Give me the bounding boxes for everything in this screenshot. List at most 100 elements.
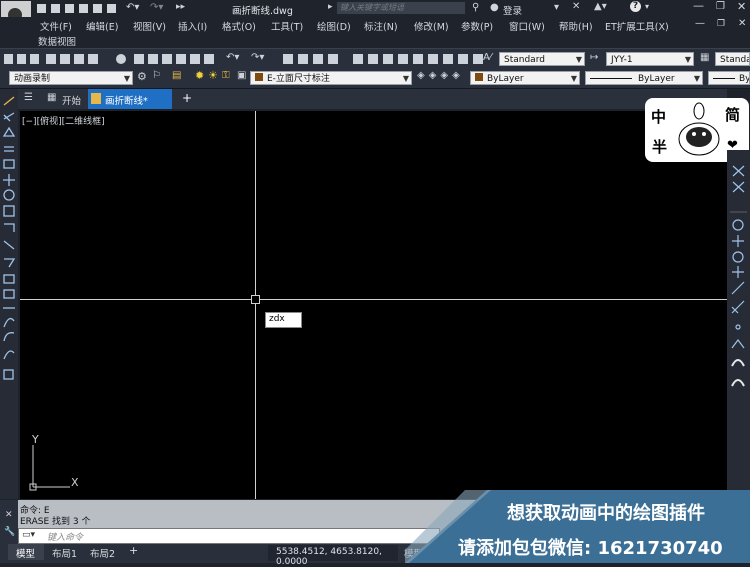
tab-layout2[interactable]: 布局2 [90,546,115,560]
table-style-icon: ▦ [700,52,710,63]
sun-icon[interactable]: ☀ [208,69,218,82]
table-style-select[interactable]: Standa [715,52,750,66]
ucs-axes-icon [29,445,70,491]
wrench-icon[interactable]: 🔧 [4,527,15,537]
redo-tool-icon[interactable]: ↷▾ [251,52,264,63]
layer-manager-icon[interactable]: ▤ [172,70,181,81]
tab-model[interactable]: 模型 [8,544,44,560]
restore-button[interactable]: ❐ [716,1,725,12]
dynamic-input-value: zdx [269,314,285,324]
osnap-tool-icons[interactable] [727,150,750,395]
workspace-select[interactable]: 动画录制 ▼ [9,71,133,85]
doc-restore-button[interactable]: ❐ [717,19,725,29]
tab-drawing[interactable]: 画折断线* [88,89,172,109]
layer-color-swatch [255,73,263,81]
menu-edit[interactable]: 编辑(E) [86,19,118,33]
banner-line-2: 请添加包包微信: 1621730740 [458,538,723,559]
linetype-sample [590,78,632,79]
chevron-down-icon: ▼ [570,74,577,83]
viewport-controls[interactable]: [−][俯视][二维线框] [22,114,105,127]
crosshair-horizontal [20,299,727,300]
color-select[interactable]: ByLayer ▼ [470,71,580,85]
ucs-x-label: X [71,476,79,489]
minimize-button[interactable]: — [693,0,704,12]
document-title: 画折断线.dwg [232,6,293,17]
menu-draw[interactable]: 绘图(D) [317,19,351,33]
table-style-value: Standa [720,55,750,65]
command-input-placeholder: 键入命令 [47,533,84,543]
workspace-value: 动画录制 [14,74,51,84]
standard-toolbar: ↶▾ ↷▾ A⁄ Standard ▼ ↦ JYY-1 ▼ ▦ Standa [0,48,750,69]
grid-icon: ▦ [47,92,57,103]
doc-close-button[interactable]: ✕ [738,18,746,29]
lineweight-sample [713,78,735,79]
new-tab-button[interactable]: + [182,91,192,105]
undo-tool-icon[interactable]: ↶▾ [226,52,239,63]
dynamic-input-box[interactable]: zdx [265,312,302,328]
promo-banner: 想获取动画中的绘图插件 请添加包包微信: 1621730740 [405,490,750,563]
add-layout-button[interactable]: + [129,544,138,557]
dim-style-select[interactable]: JYY-1 ▼ [606,52,694,66]
quick-access-icons[interactable] [37,3,117,14]
layer-plot-icon[interactable]: ▣ [237,70,246,81]
doc-minimize-button[interactable]: — [695,18,705,29]
text-style-select[interactable]: Standard ▼ [499,52,585,66]
menu-dimension[interactable]: 标注(N) [364,19,398,33]
command-input[interactable]: ▭▾ 键入命令 [18,528,440,544]
menu-help[interactable]: 帮助(H) [559,19,593,33]
gear-icon[interactable]: ⚙ [137,70,147,83]
undo-icon[interactable]: ↶▾ [126,2,139,13]
command-history-line-2: ERASE 找到 3 个 [20,517,91,527]
redo-icon[interactable]: ↷▾ [150,2,163,13]
a360-icon[interactable]: ▲▾ [594,1,607,12]
login-link[interactable]: 登录 [503,3,522,17]
crosshair-vertical [255,111,256,499]
draw-tool-icons[interactable] [0,89,18,389]
drawing-canvas[interactable]: [−][俯视][二维线框] zdx Y X [20,111,727,499]
layers-toolbar: 动画录制 ▼ ⚙ ⚐ ▤ ✹ ☀ ⚿ ▣ E-立面尺寸标注 ▼ ◈◈◈◈ ByLay… [0,68,750,89]
standard-tool-icons[interactable] [4,53,289,65]
menu-view[interactable]: 视图(V) [133,19,166,33]
menu-format[interactable]: 格式(O) [222,19,256,33]
dim-style-value: JYY-1 [611,55,633,65]
workspace-extra-icon[interactable]: ⚐ [152,70,161,81]
menu-data-view[interactable]: 数据视图 [38,34,76,48]
draw-toolbar [0,89,18,499]
menu-parametric[interactable]: 参数(P) [461,19,493,33]
menu-insert[interactable]: 插入(I) [178,19,207,33]
chevron-down-icon: ▼ [693,74,700,83]
tab-start[interactable]: 开始 [62,93,81,107]
more-icon[interactable]: ▸▸ [176,2,185,12]
linetype-select[interactable]: ByLayer ▼ [585,71,703,85]
tab-layout1[interactable]: 布局1 [52,546,77,560]
exchange-icon[interactable]: ✕ [572,1,580,12]
lineweight-select[interactable]: By [708,71,750,85]
chevron-down-icon: ▼ [684,55,691,64]
menu-tools[interactable]: 工具(T) [271,19,303,33]
binoculars-icon[interactable]: ⚲ [472,2,479,13]
play-icon: ▸ [328,2,333,12]
cart-icon[interactable]: ▾ [554,2,559,13]
layer-select[interactable]: E-立面尺寸标注 ▼ [250,71,412,85]
search-input[interactable]: 键入关键字或短语 [337,2,465,14]
cartoon-face-icon [678,102,720,156]
menu-bar-second-row: 数据视图 [0,33,750,48]
command-window-grip[interactable]: ✕ 🔧 [0,500,18,544]
bulb-icon[interactable]: ✹ [195,69,204,82]
help-icon[interactable]: ? [630,1,641,12]
menu-window[interactable]: 窗口(W) [509,19,545,33]
menu-file[interactable]: 文件(F) [40,19,72,33]
close-button[interactable]: ✕ [737,0,746,13]
text-style-icon: A⁄ [483,52,492,63]
menu-express-tools[interactable]: ET扩展工具(X) [605,19,669,33]
menu-icon[interactable]: ☰ [24,92,33,103]
menu-modify[interactable]: 修改(M) [414,19,449,33]
lock-icon[interactable]: ⚿ [222,70,230,81]
close-command-icon[interactable]: ✕ [5,510,13,520]
ucs-y-label: Y [32,433,39,446]
layer-tools-icons[interactable]: ◈◈◈◈ [417,70,464,81]
coordinates-display[interactable]: 5538.4512, 4653.8120, 0.0000 [268,545,398,567]
help-dropdown-icon[interactable]: ▾ [645,2,649,11]
view-tool-icons[interactable] [283,53,493,65]
user-icon[interactable]: ● [490,2,499,13]
